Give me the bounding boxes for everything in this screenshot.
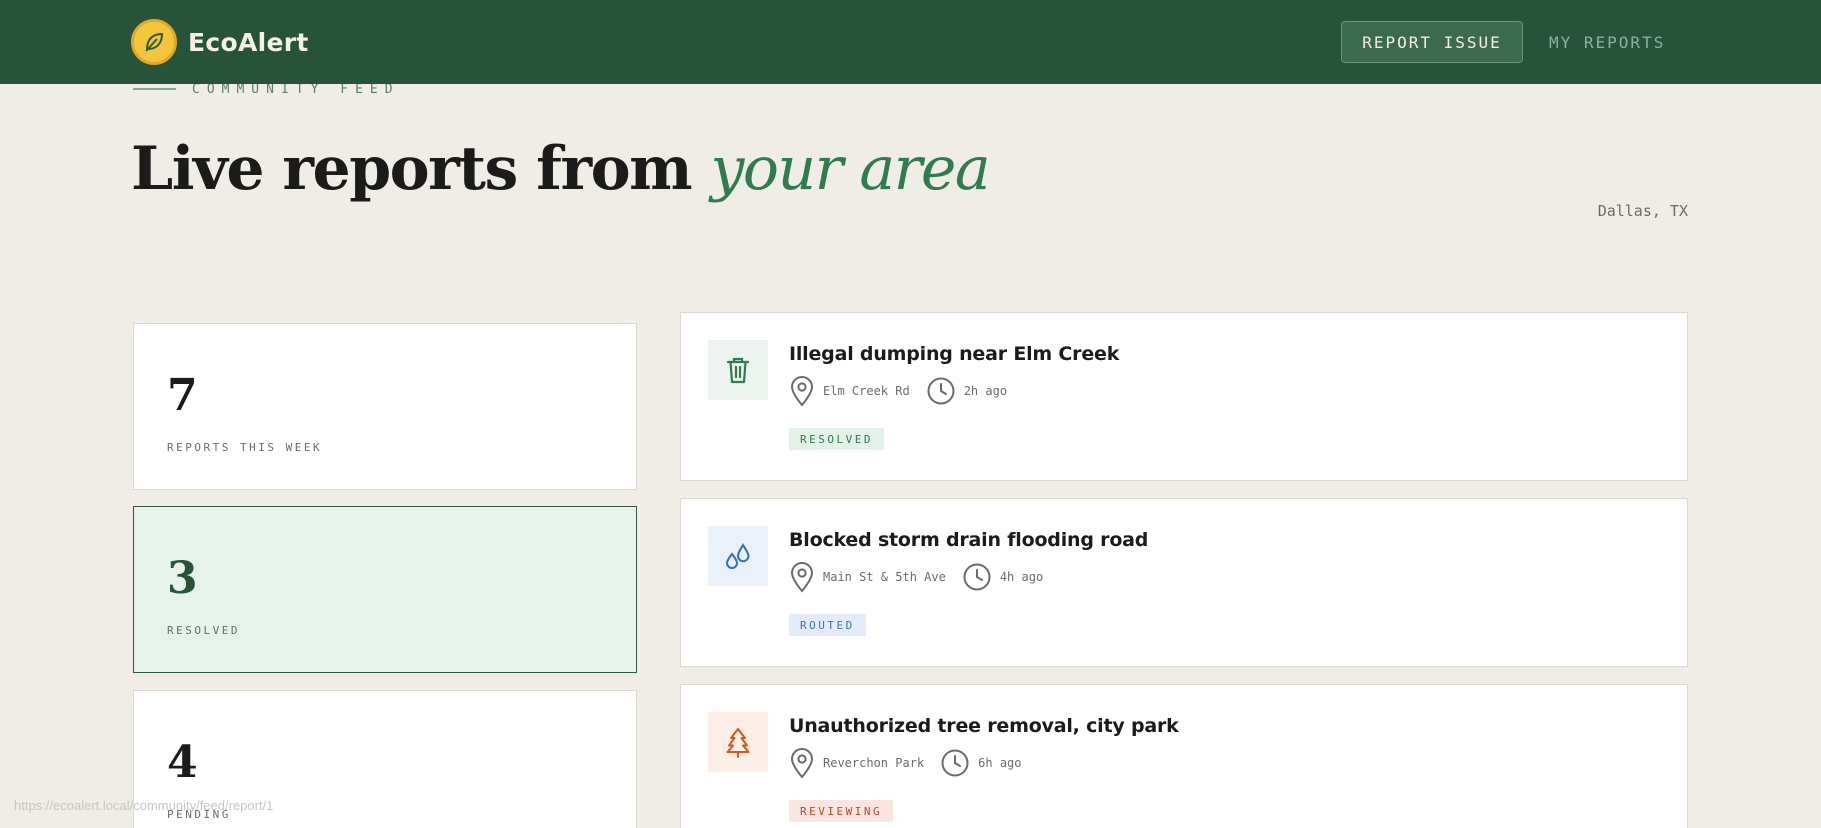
- current-location: Dallas, TX: [1597, 202, 1688, 220]
- report-title: Blocked storm drain flooding road: [789, 529, 1149, 551]
- report-card[interactable]: Illegal dumping near Elm Creek Elm Creek…: [680, 312, 1688, 481]
- trash-icon: [708, 340, 768, 400]
- stat-card-reports-this-week: 7 REPORTS THIS WEEK: [133, 323, 637, 490]
- page-title-accent: your area: [710, 134, 990, 204]
- map-pin-icon: [790, 562, 814, 593]
- report-issue-button[interactable]: REPORT ISSUE: [1341, 21, 1523, 63]
- clock-icon: [941, 749, 969, 777]
- stat-label: REPORTS THIS WEEK: [167, 441, 323, 454]
- report-card[interactable]: Blocked storm drain flooding road Main S…: [680, 498, 1688, 667]
- status-badge: ROUTED: [789, 614, 866, 636]
- report-meta: Elm Creek Rd 2h ago: [789, 375, 1007, 407]
- top-navigation-bar: EcoAlert REPORT ISSUE MY REPORTS: [0, 0, 1821, 84]
- eyebrow-divider: [133, 88, 176, 90]
- report-meta: Reverchon Park 6h ago: [789, 747, 1022, 779]
- map-pin-icon: [790, 748, 814, 779]
- report-location: Main St & 5th Ave: [823, 570, 946, 584]
- report-title: Illegal dumping near Elm Creek: [789, 343, 1120, 365]
- page-title: Live reports from your area: [131, 134, 991, 204]
- report-time: 4h ago: [999, 570, 1044, 584]
- report-time: 2h ago: [963, 384, 1008, 398]
- report-meta: Main St & 5th Ave 4h ago: [789, 561, 1043, 593]
- status-badge: REVIEWING: [789, 800, 894, 822]
- brand-name: EcoAlert: [188, 27, 309, 57]
- report-location: Reverchon Park: [823, 756, 925, 770]
- my-reports-link[interactable]: MY REPORTS: [1549, 21, 1665, 63]
- stat-label: RESOLVED: [167, 624, 240, 637]
- clock-icon: [963, 563, 991, 591]
- stat-card-resolved: 3 RESOLVED: [133, 506, 637, 673]
- report-time: 6h ago: [978, 756, 1022, 770]
- link-hover-url: https://ecoalert.local/community/feed/re…: [14, 798, 274, 813]
- water-drops-icon: [708, 526, 768, 586]
- status-badge: RESOLVED: [789, 428, 884, 450]
- stat-value: 3: [167, 553, 198, 604]
- stat-value: 7: [167, 370, 198, 421]
- map-pin-icon: [790, 376, 814, 407]
- stat-value: 4: [167, 737, 198, 788]
- page-title-plain: Live reports from: [131, 134, 711, 204]
- report-title: Unauthorized tree removal, city park: [789, 715, 1179, 737]
- brand-logo[interactable]: EcoAlert: [131, 19, 309, 65]
- report-card[interactable]: Unauthorized tree removal, city park Rev…: [680, 684, 1688, 828]
- report-location: Elm Creek Rd: [823, 384, 910, 398]
- clock-icon: [927, 377, 955, 405]
- tree-icon: [708, 712, 768, 772]
- leaf-icon: [131, 19, 177, 65]
